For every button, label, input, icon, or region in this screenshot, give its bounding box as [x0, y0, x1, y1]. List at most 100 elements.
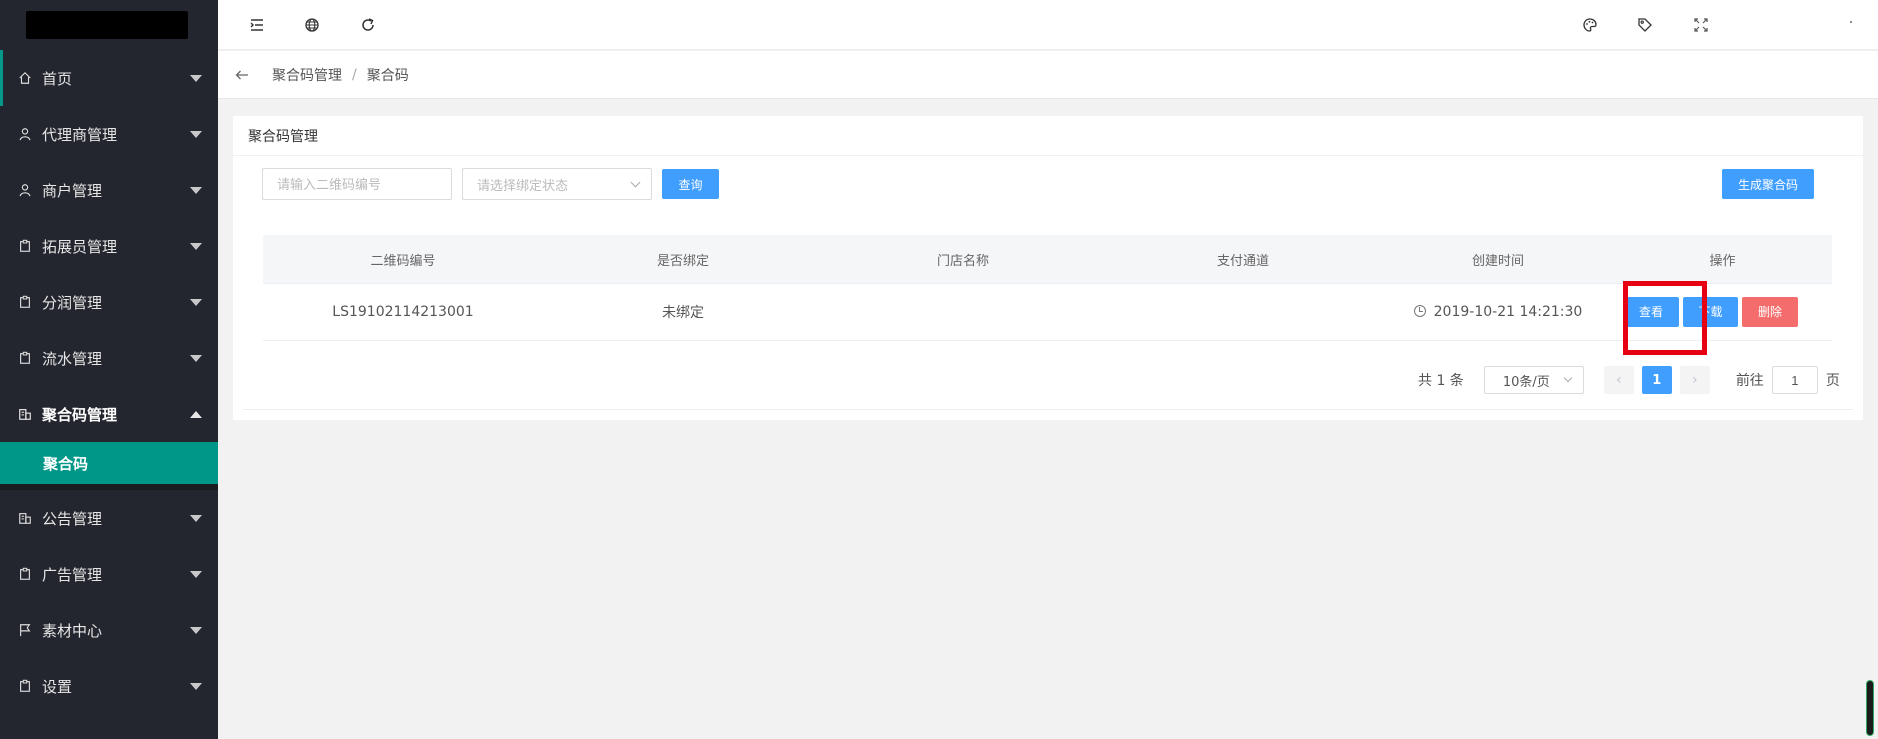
- caret-down-icon: [190, 131, 202, 138]
- sidebar-item-profit-share[interactable]: 分润管理: [0, 274, 218, 330]
- building-icon: [18, 407, 32, 421]
- caret-down-icon: [190, 627, 202, 634]
- sidebar-menu: 首页 代理商管理 商户管理 拓展员管理 分润管理 流水管理 聚合码管理: [0, 50, 218, 442]
- qrcode-number-input[interactable]: [262, 168, 452, 200]
- column-header-created: 创建时间: [1471, 253, 1524, 269]
- refresh-icon[interactable]: [359, 16, 377, 34]
- sidebar-item-label: 流水管理: [42, 349, 103, 368]
- sidebar-item-label: 设置: [42, 677, 73, 696]
- tag-icon[interactable]: [1636, 16, 1654, 34]
- chevron-down-icon: [1563, 373, 1573, 383]
- back-arrow-icon[interactable]: [234, 66, 252, 84]
- clipboard-icon: [18, 351, 32, 365]
- clipboard-icon: [18, 295, 32, 309]
- sidebar-item-agents[interactable]: 代理商管理: [0, 106, 218, 162]
- sidebar-item-settings[interactable]: 设置: [0, 658, 218, 714]
- page-size-value: 10条/页: [1502, 374, 1550, 390]
- sidebar-item-materials[interactable]: 素材中心: [0, 602, 218, 658]
- pagination-total: 共 1 条: [1418, 373, 1464, 389]
- logo-image: [26, 11, 188, 39]
- query-button[interactable]: 查询: [662, 169, 719, 199]
- card-title: 聚合码管理: [233, 116, 1863, 156]
- palette-icon[interactable]: [1581, 16, 1599, 34]
- breadcrumb-parent[interactable]: 聚合码管理: [272, 65, 342, 85]
- bind-status-select[interactable]: 请选择绑定状态: [462, 168, 652, 200]
- view-button[interactable]: 查看: [1623, 296, 1679, 327]
- sidebar-item-aggregate-code[interactable]: 聚合码管理: [0, 386, 218, 442]
- column-header-bound: 是否绑定: [656, 253, 709, 269]
- caret-down-icon: [190, 299, 202, 306]
- chevron-down-icon: [630, 177, 641, 188]
- sidebar-item-announcements[interactable]: 公告管理: [0, 490, 218, 546]
- sidebar-item-label: 公告管理: [42, 509, 103, 528]
- caret-down-icon: [190, 515, 202, 522]
- cell-actions: 查看 下载 删除: [1613, 284, 1832, 341]
- menu-fold-icon[interactable]: [248, 16, 266, 34]
- column-header-channel: 支付通道: [1216, 253, 1269, 269]
- column-header-actions: 操作: [1709, 253, 1736, 269]
- caret-down-icon: [190, 683, 202, 690]
- page-number-current[interactable]: 1: [1641, 366, 1672, 394]
- caret-down-icon: [190, 187, 202, 194]
- sidebar-item-promoters[interactable]: 拓展员管理: [0, 218, 218, 274]
- scrollbar-thumb[interactable]: [1866, 680, 1874, 736]
- page-unit-label: 页: [1825, 373, 1840, 389]
- generate-code-button[interactable]: 生成聚合码: [1722, 169, 1814, 199]
- clock-icon: [1413, 305, 1426, 317]
- user-menu-dot[interactable]: [1850, 21, 1852, 23]
- top-header: [218, 0, 1878, 50]
- clipboard-icon: [18, 239, 32, 253]
- chevron-right-icon: ›: [1692, 372, 1698, 388]
- caret-down-icon: [190, 75, 202, 82]
- delete-button[interactable]: 删除: [1742, 296, 1798, 327]
- qrcode-table: 二维码编号 是否绑定 门店名称 支付通道 创建时间 操作 LS191021142…: [263, 235, 1832, 355]
- sidebar: 首页 代理商管理 商户管理 拓展员管理 分润管理 流水管理 聚合码管理 聚合码 …: [0, 0, 218, 739]
- building-icon: [18, 511, 32, 525]
- sidebar-subitem-aggregate-code[interactable]: 聚合码: [0, 442, 218, 484]
- clipboard-icon: [18, 679, 32, 693]
- chevron-left-icon: ‹: [1616, 372, 1622, 388]
- goto-label: 前往: [1735, 373, 1764, 389]
- sidebar-item-transactions[interactable]: 流水管理: [0, 330, 218, 386]
- user-icon: [18, 183, 32, 197]
- table-header: 二维码编号 是否绑定 门店名称 支付通道 创建时间 操作: [263, 235, 1832, 284]
- submenu-aggregate-code: 聚合码: [0, 442, 218, 490]
- sidebar-item-merchants[interactable]: 商户管理: [0, 162, 218, 218]
- caret-up-icon: [190, 411, 202, 418]
- breadcrumb-separator: /: [352, 66, 357, 83]
- caret-down-icon: [190, 571, 202, 578]
- sidebar-item-label: 商户管理: [42, 181, 103, 200]
- prev-page-button[interactable]: ‹: [1603, 366, 1634, 394]
- sidebar-item-label: 素材中心: [42, 621, 103, 640]
- sidebar-item-home[interactable]: 首页: [0, 50, 218, 106]
- sidebar-item-label: 广告管理: [42, 565, 103, 584]
- user-icon: [18, 127, 32, 141]
- sidebar-item-label: 首页: [42, 69, 73, 88]
- breadcrumb-current: 聚合码: [366, 67, 409, 84]
- caret-down-icon: [190, 243, 202, 250]
- next-page-button[interactable]: ›: [1679, 366, 1710, 394]
- breadcrumb: 聚合码管理 / 聚合码: [218, 51, 1878, 99]
- globe-icon[interactable]: [303, 16, 321, 34]
- download-button[interactable]: 下载: [1683, 296, 1738, 327]
- sidebar-item-label: 分润管理: [42, 293, 103, 312]
- fullscreen-icon[interactable]: [1692, 16, 1710, 34]
- sidebar-item-label: 代理商管理: [42, 125, 118, 144]
- table-row: LS19102114213001 未绑定 2019-10-21 14:21:30…: [263, 284, 1832, 341]
- card-divider: [243, 409, 1853, 410]
- sidebar-item-label: 拓展员管理: [42, 237, 118, 256]
- home-icon: [18, 71, 32, 85]
- main-card: 聚合码管理 请选择绑定状态 查询 生成聚合码 二维码编号 是否绑定 门店名称 支…: [233, 116, 1863, 420]
- clipboard-icon: [18, 567, 32, 581]
- page-size-select[interactable]: 10条/页: [1483, 366, 1584, 394]
- cell-bound: 未绑定: [662, 305, 704, 321]
- cell-created: 2019-10-21 14:21:30: [1383, 304, 1613, 320]
- flag-icon: [18, 623, 32, 637]
- sidebar-item-ads[interactable]: 广告管理: [0, 546, 218, 602]
- caret-down-icon: [190, 355, 202, 362]
- sidebar-menu-lower: 公告管理 广告管理 素材中心 设置: [0, 490, 218, 714]
- goto-page-input[interactable]: [1771, 366, 1818, 394]
- sidebar-item-label: 聚合码管理: [42, 405, 118, 424]
- column-header-code: 二维码编号: [370, 253, 436, 269]
- pagination: 共 1 条 10条/页 ‹ 1 › 前往 页: [1418, 366, 1840, 394]
